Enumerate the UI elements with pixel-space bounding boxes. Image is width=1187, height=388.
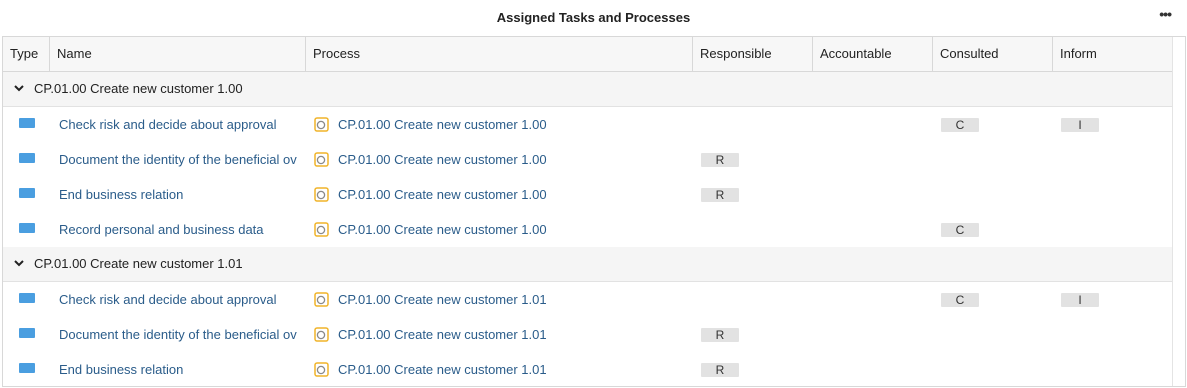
responsible-badge: R [701, 328, 739, 342]
process-icon [314, 187, 329, 202]
task-name-link[interactable]: Document the identity of the beneficial … [59, 317, 301, 352]
panel-title: Assigned Tasks and Processes [496, 10, 691, 25]
consulted-badge: C [941, 223, 979, 237]
task-name-link[interactable]: End business relation [59, 352, 301, 386]
column-header-consulted[interactable]: Consulted [933, 37, 1053, 71]
process-link[interactable]: CP.01.00 Create new customer 1.00 [338, 142, 547, 177]
process-link[interactable]: CP.01.00 Create new customer 1.01 [338, 352, 547, 386]
consulted-badge: C [941, 293, 979, 307]
process-link[interactable]: CP.01.00 Create new customer 1.01 [338, 317, 547, 352]
more-options-icon[interactable]: ••• [1159, 6, 1172, 22]
inform-badge: I [1061, 118, 1099, 132]
task-type-icon [19, 153, 35, 163]
responsible-badge: R [701, 153, 739, 167]
task-name-link[interactable]: Document the identity of the beneficial … [59, 142, 301, 177]
table-row[interactable]: End business relation CP.01.00 Create new… [3, 352, 1173, 386]
table-row[interactable]: End business relation CP.01.00 Create new… [3, 177, 1173, 212]
task-type-icon [19, 363, 35, 373]
process-icon [314, 222, 329, 237]
table-row[interactable]: Document the identity of the beneficial … [3, 317, 1173, 352]
task-name-link[interactable]: Check risk and decide about approval [59, 107, 301, 142]
process-link[interactable]: CP.01.00 Create new customer 1.00 [338, 107, 547, 142]
tasks-grid: Type Name Process Responsible Accountabl… [2, 36, 1186, 387]
process-icon [314, 327, 329, 342]
group-header-row[interactable]: CP.01.00 Create new customer 1.01 [3, 247, 1173, 282]
column-header-process[interactable]: Process [306, 37, 693, 71]
column-header-accountable[interactable]: Accountable [813, 37, 933, 71]
process-icon [314, 152, 329, 167]
panel-header: Assigned Tasks and Processes ••• [0, 0, 1187, 36]
task-type-icon [19, 188, 35, 198]
consulted-badge: C [941, 118, 979, 132]
responsible-badge: R [701, 363, 739, 377]
vertical-scrollbar[interactable] [1172, 37, 1185, 386]
chevron-down-icon[interactable] [13, 82, 25, 94]
group-label: CP.01.00 Create new customer 1.01 [34, 256, 243, 271]
group-label: CP.01.00 Create new customer 1.00 [34, 81, 243, 96]
table-row[interactable]: Document the identity of the beneficial … [3, 142, 1173, 177]
process-icon [314, 117, 329, 132]
group-header-row[interactable]: CP.01.00 Create new customer 1.00 [3, 72, 1173, 107]
column-header-inform[interactable]: Inform [1053, 37, 1173, 71]
task-type-icon [19, 223, 35, 233]
table-row[interactable]: Record personal and business data CP.01.0… [3, 212, 1173, 247]
task-name-link[interactable]: Check risk and decide about approval [59, 282, 301, 317]
column-header-name[interactable]: Name [50, 37, 306, 71]
chevron-down-icon[interactable] [13, 257, 25, 269]
column-header-responsible[interactable]: Responsible [693, 37, 813, 71]
task-type-icon [19, 293, 35, 303]
responsible-badge: R [701, 188, 739, 202]
column-header-row: Type Name Process Responsible Accountabl… [3, 37, 1173, 72]
process-link[interactable]: CP.01.00 Create new customer 1.01 [338, 282, 547, 317]
table-row[interactable]: Check risk and decide about approval CP.0… [3, 107, 1173, 142]
process-icon [314, 292, 329, 307]
task-type-icon [19, 328, 35, 338]
process-link[interactable]: CP.01.00 Create new customer 1.00 [338, 212, 547, 247]
process-icon [314, 362, 329, 377]
table-row[interactable]: Check risk and decide about approval CP.0… [3, 282, 1173, 317]
column-header-type[interactable]: Type [3, 37, 50, 71]
task-name-link[interactable]: Record personal and business data [59, 212, 301, 247]
task-type-icon [19, 118, 35, 128]
inform-badge: I [1061, 293, 1099, 307]
process-link[interactable]: CP.01.00 Create new customer 1.00 [338, 177, 547, 212]
task-name-link[interactable]: End business relation [59, 177, 301, 212]
